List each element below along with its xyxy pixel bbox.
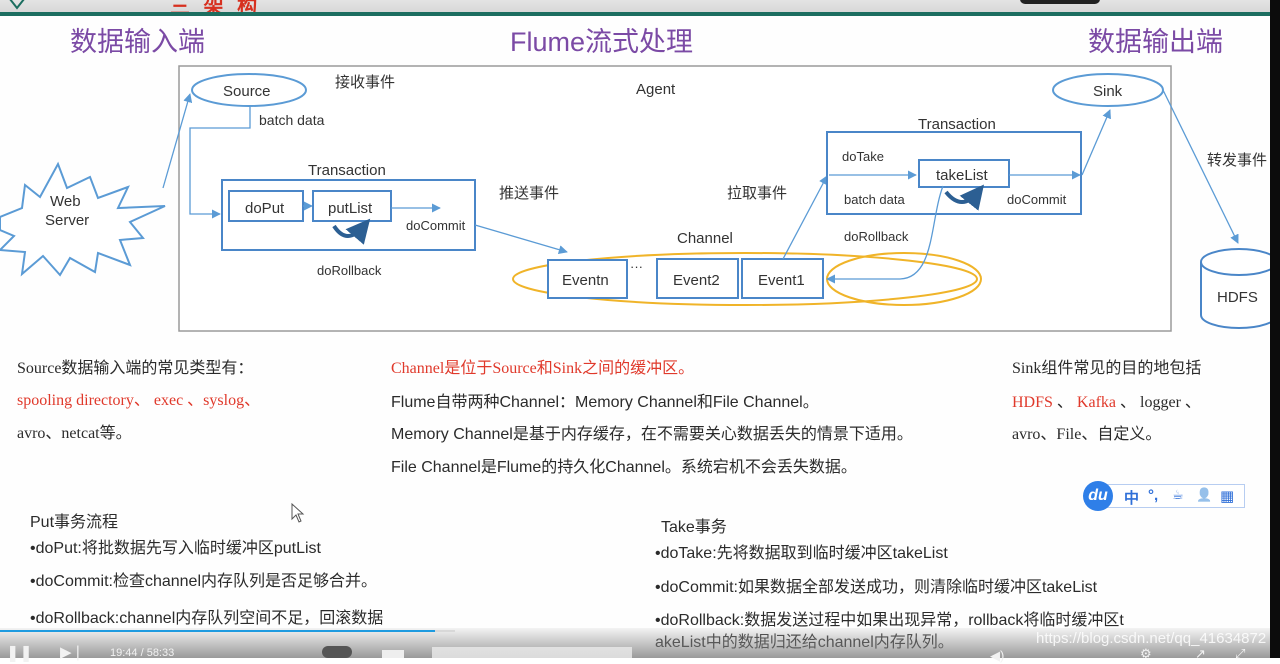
screen-edge	[1270, 0, 1280, 658]
title-divider	[0, 12, 1270, 16]
put-note-item: •doCommit:检查channel内存队列是否足够合并。	[30, 573, 378, 590]
sink-note-more: avro、File、自定义。	[1012, 426, 1162, 443]
ime-menu-grid-icon[interactable]: ▦	[1220, 487, 1234, 505]
video-time: 19:44 / 58:33	[110, 647, 175, 659]
receive-event-label: 接收事件	[335, 74, 395, 91]
ime-punctuation-icon[interactable]: °,	[1148, 487, 1158, 504]
take-list-label: takeList	[936, 167, 989, 184]
forward-event-label: 转发事件	[1207, 152, 1267, 169]
csdn-watermark: https://blog.csdn.net/qq_41634872	[1036, 630, 1267, 647]
ime-chinese-mode-icon[interactable]: 中	[1124, 487, 1139, 508]
source-note-title: Source数据输入端的常见类型有：	[17, 360, 254, 377]
event-2-label: Event2	[673, 272, 720, 289]
source-types-highlight: spooling directory、 exec 、syslog、	[17, 392, 261, 409]
window-control	[1020, 0, 1100, 4]
take-notes-title: Take事务	[661, 519, 727, 536]
channel-note-file: File Channel是Flume的持久化Channel。系统宕机不会丢失数据…	[391, 459, 857, 476]
fullscreen-icon[interactable]: ⤢	[1235, 646, 1245, 662]
hdfs-label: HDFS	[1217, 289, 1258, 306]
heading-flume: Flume流式处理	[510, 27, 694, 57]
sink-label: Sink	[1093, 83, 1123, 100]
sink-note-title: Sink组件常见的目的地包括	[1012, 360, 1202, 377]
ime-skin-icon[interactable]: ☕	[1172, 487, 1184, 503]
agent-label: Agent	[636, 81, 676, 98]
event-n-label: Eventn	[562, 272, 609, 289]
slide-logo-icon	[9, 0, 25, 10]
pause-icon[interactable]: ❚❚	[6, 643, 33, 663]
put-notes-title: Put事务流程	[30, 514, 119, 531]
put-list-label: putList	[328, 200, 373, 217]
slide: 三 架 构 数据输入端 Flume流式处理 数据输出端 Agent Web Se…	[0, 0, 1270, 658]
ime-toolbar[interactable]: du 中 °, ☕ 👤 ▦	[1083, 481, 1245, 511]
settings-icon[interactable]: ⚙	[1140, 646, 1152, 662]
channel-note-types: Flume自带两种Channel：Memory Channel和File Cha…	[391, 394, 819, 411]
source-label: Source	[223, 83, 271, 100]
source-types-more: avro、netcat等。	[17, 425, 132, 442]
batch-data-source-label: batch data	[259, 112, 325, 128]
danmaku-input[interactable]	[432, 647, 632, 658]
sink-type-kafka: Kafka	[1076, 394, 1117, 411]
event-1-label: Event1	[758, 272, 805, 289]
batch-data-take-label: batch data	[844, 192, 905, 207]
put-transaction-title: Transaction	[308, 162, 386, 179]
sink-type-logger: 、 logger 、	[1116, 394, 1201, 411]
web-server-label-1: Web	[50, 193, 81, 210]
do-commit-put-label: doCommit	[406, 218, 466, 233]
push-event-label: 推送事件	[499, 185, 559, 202]
event-ellipsis: ···	[630, 259, 643, 274]
danmaku-settings-icon[interactable]	[382, 650, 404, 658]
volume-icon[interactable]: ◀)	[990, 648, 1004, 664]
take-note-item: •doTake:先将数据取到临时缓冲区takeList	[655, 545, 948, 562]
put-note-item: •doRollback:channel内存队列空间不足，回滚数据	[30, 610, 384, 627]
take-note-item: •doCommit:如果数据全部发送成功，则清除临时缓冲区takeList	[655, 579, 1098, 596]
danmaku-toggle[interactable]	[322, 646, 352, 658]
sink-type-hdfs: HDFS	[1012, 394, 1053, 411]
sink-note-types: HDFS 、 Kafka 、 logger 、	[1012, 393, 1201, 413]
do-rollback-take-label: doRollback	[844, 229, 909, 244]
widescreen-icon[interactable]: ↗	[1195, 646, 1206, 662]
do-commit-take-label: doCommit	[1007, 192, 1067, 207]
flume-architecture-diagram: Agent Web Server Source 接收事件 batch data …	[0, 65, 1270, 332]
channel-note-title: Channel是位于Source和Sink之间的缓冲区。	[391, 360, 695, 377]
sink-type-sep: 、	[1052, 394, 1077, 411]
web-server-label-2: Server	[45, 212, 89, 229]
baidu-ime-logo-icon[interactable]: du	[1083, 481, 1113, 511]
do-take-label: doTake	[842, 149, 884, 164]
slide-title: 三 架 构	[170, 0, 262, 18]
heading-input: 数据输入端	[70, 27, 205, 57]
ime-bar: 中 °, ☕ 👤 ▦	[1107, 484, 1245, 508]
take-transaction-title: Transaction	[918, 116, 996, 133]
channel-label: Channel	[677, 230, 733, 247]
next-icon[interactable]: ▶❘	[60, 643, 84, 661]
pull-event-label: 拉取事件	[727, 185, 787, 202]
channel-note-memory: Memory Channel是基于内存缓存，在不需要关心数据丢失的情景下适用。	[391, 426, 913, 443]
do-rollback-put-label: doRollback	[317, 263, 382, 278]
do-put-label: doPut	[245, 200, 285, 217]
heading-output: 数据输出端	[1088, 27, 1223, 57]
mouse-cursor-icon	[291, 503, 305, 523]
ime-user-icon[interactable]: 👤	[1196, 487, 1212, 503]
put-note-item: •doPut:将批数据先写入临时缓冲区putList	[30, 540, 322, 557]
video-progress-bar[interactable]	[0, 630, 435, 632]
video-progress-remaining[interactable]	[435, 630, 455, 632]
